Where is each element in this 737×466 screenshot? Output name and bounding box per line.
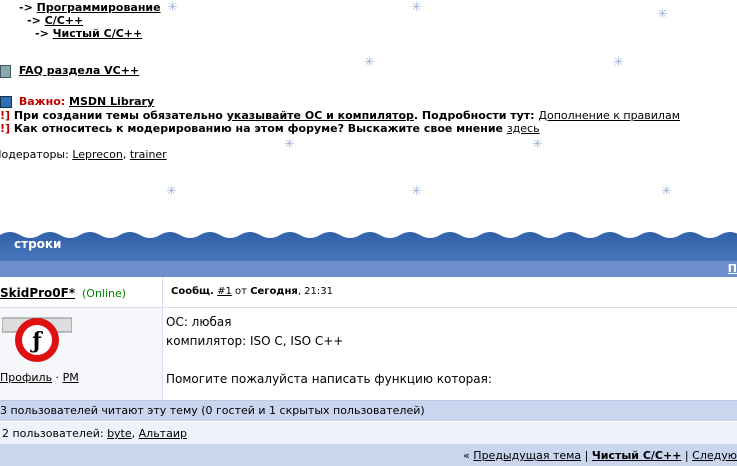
post-author-cell: ƒ Профиль · PM — [0, 308, 163, 400]
snowflake-icon: ✳ — [411, 184, 422, 199]
thread-nav-links: « Предыдущая тема | Чистый C/C++ | Следу… — [463, 449, 737, 462]
post-header-author-cell: SkidPro0F* (Online) — [0, 277, 163, 308]
readers-text: 3 пользователей читают эту тему (0 госте… — [0, 404, 425, 417]
snowflake-icon: ✳ — [661, 184, 672, 199]
breadcrumb-arrow: -> — [35, 27, 49, 40]
rules-notice-mid: . Подробности тут: — [413, 109, 539, 122]
post-header-meta-cell: Сообщ. #1 от Сегодня, 21:31 — [163, 277, 737, 308]
notice-marker: !] — [0, 109, 11, 122]
post: SkidPro0F* (Online) Сообщ. #1 от Сегодня… — [0, 277, 737, 400]
os-compiler-link[interactable]: указывайте ОС и компилятор — [227, 109, 414, 122]
post-body-cell: ОС: любая компилятор: ISO C, ISO C++ Пом… — [163, 308, 737, 400]
breadcrumb-link-pure-cpp[interactable]: Чистый C/C++ — [53, 27, 143, 40]
post-meta-label: Сообщ. — [171, 286, 214, 297]
toolbar-link[interactable]: П — [728, 262, 737, 275]
post-body-line: Помогите пожалуйста написать функцию кот… — [166, 372, 492, 386]
moderators-row: Модераторы: Leprecon, trainer — [0, 148, 167, 161]
snowflake-icon: ✳ — [167, 0, 178, 15]
current-forum-link[interactable]: Чистый C/C++ — [592, 449, 682, 462]
msdn-library-link[interactable]: MSDN Library — [69, 95, 154, 108]
snowflake-icon: ✳ — [411, 0, 422, 15]
post-body-line — [166, 351, 492, 370]
prev-thread-link[interactable]: Предыдущая тема — [473, 449, 581, 462]
users-label: 2 пользователей: — [2, 427, 104, 440]
moderation-notice-text: Как относитесь к модерированию на этом ф… — [13, 122, 507, 135]
book-icon — [0, 96, 12, 108]
breadcrumb-link-programming[interactable]: Программирование — [37, 1, 161, 14]
rules-notice: !] При создании темы обязательно указыва… — [0, 109, 680, 122]
avatar-emblem-icon: ƒ — [1, 317, 73, 362]
user-link[interactable]: Альтаир — [139, 427, 187, 440]
snowflake-icon: ✳ — [364, 55, 375, 70]
users-row: 2 пользователей: byte, Альтаир — [0, 422, 737, 444]
opinion-here-link[interactable]: здесь — [507, 122, 540, 135]
breadcrumb-arrow: -> — [19, 1, 33, 14]
post-author[interactable]: SkidPro0F* — [0, 286, 75, 300]
profile-link[interactable]: Профиль — [0, 371, 52, 384]
important-notice: Важно: MSDN Library — [0, 95, 154, 108]
pm-link[interactable]: PM — [63, 371, 79, 384]
svg-text:ƒ: ƒ — [29, 328, 43, 354]
faq-row: FAQ раздела VC++ — [0, 64, 139, 78]
rules-notice-text: При создании темы обязательно — [13, 109, 227, 122]
moderator-link[interactable]: Leprecon — [72, 148, 122, 161]
post-date: Сегодня — [250, 286, 298, 297]
moderation-notice: !] Как относитесь к модерированию на это… — [0, 122, 540, 135]
snowflake-icon: ✳ — [613, 55, 624, 70]
user-link[interactable]: byte — [107, 427, 132, 440]
readers-row: 3 пользователей читают эту тему (0 госте… — [0, 400, 737, 421]
breadcrumb-arrow: -> — [27, 14, 41, 27]
breadcrumb-link-cpp[interactable]: C/C++ — [45, 14, 84, 27]
notice-marker: !] — [0, 122, 11, 135]
post-body-line: ОС: любая — [166, 315, 232, 329]
post-meta-from: от — [235, 286, 247, 297]
faq-icon — [0, 64, 11, 78]
thread-header: строки — [0, 229, 737, 261]
prev-arrow: « — [463, 449, 470, 462]
avatar: ƒ — [1, 314, 73, 366]
author-links: Профиль · PM — [0, 371, 79, 384]
rules-addendum-link[interactable]: Дополнение к правилам — [538, 109, 680, 122]
thread-toolbar: П — [0, 261, 737, 277]
next-thread-link[interactable]: Следую — [692, 449, 737, 462]
post-body: ОС: любая компилятор: ISO C, ISO C++ Пом… — [166, 313, 492, 389]
post-number-link[interactable]: #1 — [217, 286, 232, 297]
post-body-line: компилятор: ISO C, ISO C++ — [166, 334, 344, 348]
important-label: Важно: — [18, 95, 66, 108]
post-time: , 21:31 — [297, 286, 333, 297]
moderators-label: Модераторы: — [0, 148, 69, 161]
snowflake-icon: ✳ — [532, 137, 543, 152]
online-status: (Online) — [82, 287, 127, 300]
faq-link[interactable]: FAQ раздела VC++ — [19, 64, 139, 77]
snowflake-icon: ✳ — [657, 7, 668, 22]
thread-navigation: « Предыдущая тема | Чистый C/C++ | Следу… — [0, 444, 737, 466]
users-list: 2 пользователей: byte, Альтаир — [2, 427, 187, 440]
snowflake-icon: ✳ — [284, 137, 295, 152]
moderator-link[interactable]: trainer — [130, 148, 167, 161]
wave-decoration — [0, 229, 737, 238]
thread-title: строки — [14, 237, 62, 251]
snowflake-icon: ✳ — [166, 184, 177, 199]
post-meta: Сообщ. #1 от Сегодня, 21:31 — [171, 286, 333, 297]
